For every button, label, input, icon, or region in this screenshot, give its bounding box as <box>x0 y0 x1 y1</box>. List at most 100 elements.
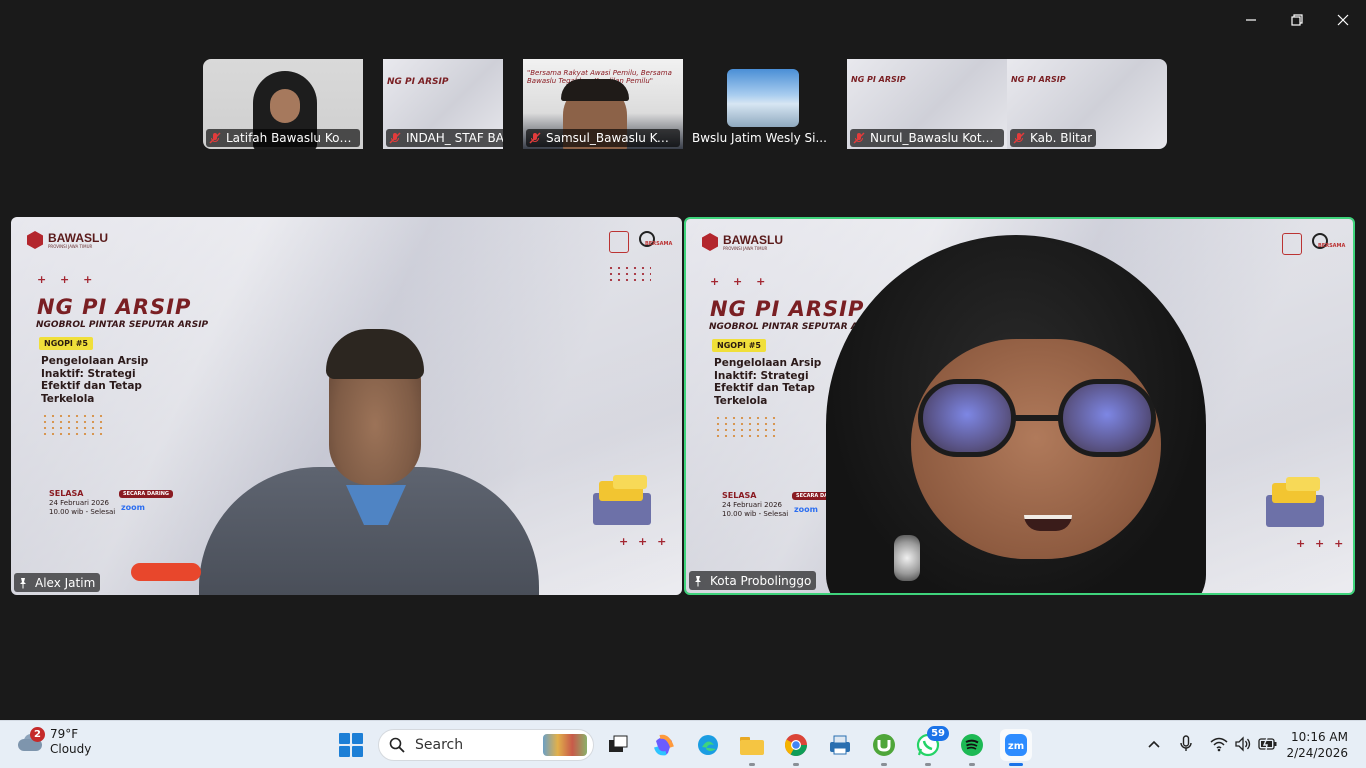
running-indicator <box>749 763 755 766</box>
participant-name-label: Nurul_Bawaslu Kota P... <box>850 129 1004 147</box>
decor-plus: + + + <box>619 535 670 548</box>
participant-thumbnail[interactable]: "Bersama Rakyat Awasi Pemilu, Bersama Ba… <box>523 59 683 149</box>
battery-charging-icon[interactable] <box>1258 737 1278 751</box>
search-pill-decor <box>131 563 201 581</box>
printer-app-button[interactable] <box>824 729 856 761</box>
decor-dots <box>41 413 105 435</box>
printer-icon <box>830 735 850 755</box>
bawaslu-emblem-icon <box>27 231 43 249</box>
close-button[interactable] <box>1320 0 1366 40</box>
participant-thumbnail[interactable]: Latifah Bawaslu Kota ... <box>203 59 363 149</box>
spotify-button[interactable] <box>956 729 988 766</box>
restore-button[interactable] <box>1274 0 1320 40</box>
chrome-button[interactable] <box>780 729 812 766</box>
whatsapp-button[interactable]: 59 <box>912 726 949 766</box>
participant-thumbnail-strip: Latifah Bawaslu Kota ... NG PI ARSIP IND… <box>203 59 1167 149</box>
zoom-tag: zoom <box>794 505 818 514</box>
participant-face <box>270 89 300 123</box>
bawaslu-logo: BAWASLU PROVINSI JAWA TIMUR <box>702 233 783 251</box>
start-button[interactable] <box>339 733 363 757</box>
slide-title: NG PI ARSIP <box>37 295 192 319</box>
participant-name-label: Kab. Blitar <box>1010 129 1097 147</box>
mic-muted-icon <box>529 132 541 144</box>
running-indicator <box>925 763 931 766</box>
running-indicator <box>881 763 887 766</box>
chevron-up-icon[interactable] <box>1146 736 1162 752</box>
task-view-icon <box>609 735 628 752</box>
search-icon <box>389 737 405 753</box>
task-view-button[interactable] <box>602 729 634 761</box>
utorrent-icon <box>873 734 895 756</box>
svg-text:zm: zm <box>1008 741 1024 752</box>
participant-thumbnail[interactable]: NG PI ARSIP INDAH_ STAF BAWASL... <box>383 59 503 149</box>
arsip-bersama-logo: BERSAMA <box>609 231 672 257</box>
microphone-icon[interactable] <box>1178 735 1194 753</box>
video-tile-alex-jatim[interactable]: BAWASLU PROVINSI JAWA TIMUR BERSAMA + + … <box>11 217 682 595</box>
bawaslu-emblem-icon <box>702 233 718 251</box>
spotify-icon <box>961 734 983 756</box>
mic-muted-icon <box>209 132 221 144</box>
windows-taskbar: 2 79°F Cloudy Search 59 zm 10:16 AM 2/24… <box>0 720 1366 768</box>
minimize-button[interactable] <box>1228 0 1274 40</box>
weather-condition: Cloudy <box>50 742 92 756</box>
glasses-right-lens <box>1058 379 1156 457</box>
participant-avatar-image <box>727 69 799 127</box>
volume-icon[interactable] <box>1234 736 1252 752</box>
running-indicator <box>969 763 975 766</box>
slide-subtitle: NGOBROL PINTAR SEPUTAR ARSIP <box>36 320 209 330</box>
participant-thumbnail[interactable]: Bwslu Jatim Wesly Si... <box>687 59 847 149</box>
copilot-icon <box>654 734 674 756</box>
participant-name-label: Samsul_Bawaslu Kota... <box>526 129 680 147</box>
episode-badge: NGOPI #5 <box>712 339 766 352</box>
folders-illustration <box>593 475 651 527</box>
close-icon <box>1337 14 1349 26</box>
slide-preview: NG PI ARSIP <box>851 75 906 84</box>
participant-thumbnail[interactable]: NG PI ARSIP Kab. Blitar <box>1007 59 1167 149</box>
zoom-button[interactable]: zm <box>1000 729 1032 766</box>
edge-button[interactable] <box>692 729 724 761</box>
taskbar-search[interactable]: Search <box>378 729 594 761</box>
clock-date: 2/24/2026 <box>1286 746 1348 760</box>
running-indicator <box>1009 763 1023 766</box>
decor-dots <box>714 415 778 437</box>
participant-name-label: INDAH_ STAF BAWASL... <box>386 129 503 147</box>
weather-widget[interactable]: 2 79°F Cloudy <box>14 727 91 757</box>
slide-title: NG PI ARSIP <box>710 297 865 321</box>
decor-plus: + + + <box>37 273 98 286</box>
running-indicator <box>793 763 799 766</box>
taskbar-clock[interactable]: 10:16 AM 2/24/2026 <box>1286 729 1348 761</box>
pin-icon <box>695 575 701 586</box>
search-highlight-art <box>543 734 587 756</box>
mic-muted-icon <box>853 132 865 144</box>
zoom-meeting-window: Latifah Bawaslu Kota ... NG PI ARSIP IND… <box>0 0 1366 768</box>
edge-icon <box>698 735 718 755</box>
mic-muted-icon <box>1013 132 1025 144</box>
glasses-left-lens <box>918 379 1016 457</box>
minimize-icon <box>1246 19 1256 21</box>
decor-dots <box>607 265 651 283</box>
event-date: SELASA 24 Februari 2026 10.00 wib - Sele… <box>49 489 116 516</box>
folders-illustration <box>1266 477 1324 529</box>
participant-name-label: Bwslu Jatim Wesly Si... <box>692 131 827 145</box>
wifi-icon[interactable] <box>1210 736 1228 752</box>
folder-icon <box>740 737 764 755</box>
pin-icon <box>20 577 26 588</box>
notification-badge: 2 <box>30 727 45 742</box>
event-date: SELASA 24 Februari 2026 10.00 wib - Sele… <box>722 491 789 518</box>
slide-preview: NG PI ARSIP <box>387 77 449 87</box>
episode-badge: NGOPI #5 <box>39 337 93 350</box>
slide-preview: NG PI ARSIP <box>1011 75 1066 84</box>
copilot-button[interactable] <box>648 729 680 761</box>
notification-badge: 59 <box>927 726 949 741</box>
participant-thumbnail[interactable]: NG PI ARSIP Nurul_Bawaslu Kota P... <box>847 59 1007 149</box>
clock-time: 10:16 AM <box>1291 730 1348 744</box>
utorrent-button[interactable] <box>868 729 900 766</box>
video-tile-kota-probolinggo[interactable]: BAWASLU PROVINSI JAWA TIMUR BERSAMA + + … <box>684 217 1355 595</box>
glasses-bridge <box>1012 415 1062 421</box>
brooch <box>894 535 920 581</box>
zoom-tag: zoom <box>121 503 145 512</box>
mic-muted-icon <box>389 132 401 144</box>
bawaslu-logo: BAWASLU PROVINSI JAWA TIMUR <box>27 231 108 249</box>
file-explorer-button[interactable] <box>736 729 768 766</box>
arsip-bersama-logo: BERSAMA <box>1282 233 1345 259</box>
